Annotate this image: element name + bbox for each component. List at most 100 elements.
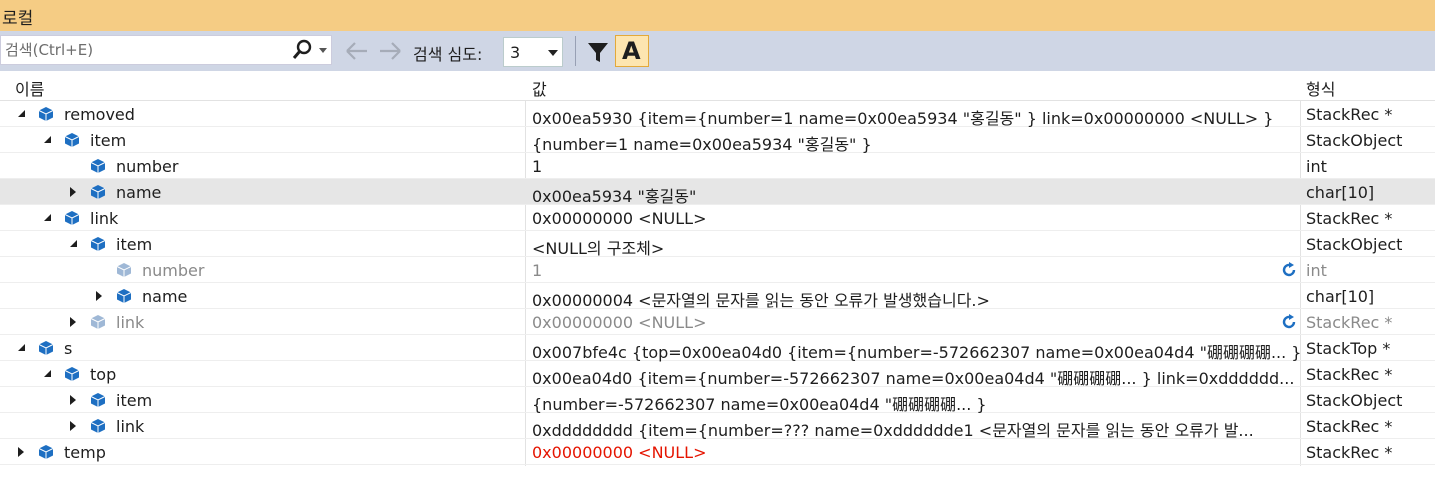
expander-icon[interactable]: [96, 291, 102, 301]
filter-icon[interactable]: [585, 39, 611, 65]
table-row[interactable]: temp 0x00000000 <NULL> StackRec *: [0, 439, 1435, 465]
variable-value[interactable]: 0x007bfe4c {top=0x00ea04d0 {item={number…: [532, 339, 1300, 363]
search-previous-arrow-icon[interactable]: [344, 39, 370, 63]
expander-icon[interactable]: [70, 421, 76, 431]
variable-object-icon: [90, 393, 106, 407]
variable-type: char[10]: [1306, 183, 1375, 202]
variable-name: removed: [64, 105, 135, 124]
expander-icon[interactable]: [18, 344, 25, 351]
variable-type: StackTop *: [1306, 339, 1391, 358]
variable-name: number: [116, 157, 179, 176]
variable-value[interactable]: 0x00ea5930 {item={number=1 name=0x00ea59…: [532, 105, 1300, 129]
expander-icon[interactable]: [70, 240, 77, 247]
variable-type: StackObject: [1306, 235, 1403, 254]
font-toggle-button[interactable]: A: [615, 35, 649, 67]
table-row[interactable]: link 0x00000000 <NULL> StackRec *: [0, 205, 1435, 231]
variable-type: StackRec *: [1306, 417, 1393, 436]
variable-value[interactable]: 0x00ea04d0 {item={number=-572662307 name…: [532, 365, 1300, 389]
window-title-bar: 로컬: [0, 0, 1435, 31]
search-box[interactable]: [0, 35, 332, 65]
variable-type: StackObject: [1306, 131, 1403, 150]
variable-name: number: [142, 261, 205, 280]
expander-icon[interactable]: [70, 395, 76, 405]
expander-icon[interactable]: [44, 214, 51, 221]
variable-name: s: [64, 339, 73, 358]
variable-value[interactable]: 1: [532, 261, 1300, 280]
variable-type: StackRec *: [1306, 313, 1393, 332]
grid-header: 이름 값 형식: [0, 71, 1435, 101]
variable-value[interactable]: <NULL의 구조체>: [532, 235, 1300, 259]
variable-name: link: [116, 417, 145, 436]
column-header-name[interactable]: 이름: [15, 76, 44, 100]
variable-name: item: [116, 235, 153, 254]
variable-value[interactable]: {number=1 name=0x00ea5934 "홍길동" }: [532, 131, 1300, 155]
variable-object-icon: [90, 419, 106, 433]
search-input[interactable]: [5, 39, 275, 61]
variable-object-icon: [90, 315, 106, 329]
variable-field-icon: [90, 185, 106, 199]
table-row[interactable]: link 0x00000000 <NULL> StackRec *: [0, 309, 1435, 335]
expander-icon[interactable]: [18, 110, 25, 117]
variable-type: int: [1306, 157, 1327, 176]
variable-type: char[10]: [1306, 287, 1375, 306]
refresh-icon[interactable]: [1280, 313, 1298, 331]
table-row[interactable]: number 1 int: [0, 153, 1435, 179]
search-depth-value: 3: [510, 43, 521, 62]
table-row[interactable]: item <NULL의 구조체> StackObject: [0, 231, 1435, 259]
window-title: 로컬: [2, 9, 34, 29]
variable-object-icon: [38, 445, 54, 459]
table-row-selected[interactable]: name 0x00ea5934 "홍길동" char[10]: [0, 179, 1435, 207]
table-row[interactable]: link 0xdddddddd {item={number=??? name=0…: [0, 413, 1435, 441]
variable-value-changed[interactable]: 0x00000000 <NULL>: [532, 443, 1300, 462]
variable-name: item: [90, 131, 127, 150]
column-header-type[interactable]: 형식: [1306, 76, 1335, 100]
expander-icon[interactable]: [70, 317, 76, 327]
locals-grid: 이름 값 형식 removed 0x00ea5930 {item={number…: [0, 71, 1435, 466]
toolbar-separator: [575, 36, 576, 66]
variable-value[interactable]: 1: [532, 157, 1300, 176]
variable-object-icon: [64, 133, 80, 147]
variable-type: StackObject: [1306, 391, 1403, 410]
table-row[interactable]: s 0x007bfe4c {top=0x00ea04d0 {item={numb…: [0, 335, 1435, 363]
variable-type: StackRec *: [1306, 443, 1393, 462]
variable-name: name: [142, 287, 188, 306]
refresh-icon[interactable]: [1280, 261, 1298, 279]
variable-object-icon: [90, 237, 106, 251]
expander-icon[interactable]: [44, 370, 51, 377]
search-next-arrow-icon[interactable]: [377, 39, 403, 63]
expander-icon[interactable]: [18, 447, 24, 457]
expander-icon[interactable]: [70, 187, 76, 197]
table-row[interactable]: number 1 int: [0, 257, 1435, 283]
variable-field-icon: [90, 159, 106, 173]
search-icon[interactable]: [291, 39, 313, 61]
variable-type: StackRec *: [1306, 105, 1393, 124]
font-toggle-label: A: [622, 37, 641, 65]
variable-type: StackRec *: [1306, 365, 1393, 384]
variable-object-icon: [38, 341, 54, 355]
table-row[interactable]: name 0x00000004 <문자열의 문자를 읽는 동안 오류가 발생했습…: [0, 283, 1435, 311]
variable-object-icon: [64, 367, 80, 381]
column-header-value[interactable]: 값: [532, 76, 547, 100]
toolbar: 검색 심도: 3 A: [0, 31, 1435, 71]
variable-value[interactable]: 0x00000004 <문자열의 문자를 읽는 동안 오류가 발생했습니다.>: [532, 287, 1300, 311]
search-depth-label: 검색 심도:: [413, 45, 483, 64]
search-options-dropdown-icon[interactable]: [319, 48, 327, 53]
variable-value[interactable]: 0x00000000 <NULL>: [532, 313, 1300, 332]
variable-value[interactable]: 0xdddddddd {item={number=??? name=0xdddd…: [532, 417, 1300, 441]
variable-value[interactable]: {number=-572662307 name=0x00ea04d4 "硼硼硼硼…: [532, 391, 1300, 415]
variable-field-icon: [116, 263, 132, 277]
table-row[interactable]: removed 0x00ea5930 {item={number=1 name=…: [0, 101, 1435, 129]
variable-name: name: [116, 183, 162, 202]
search-depth-select[interactable]: 3: [503, 37, 563, 67]
variable-value[interactable]: 0x00000000 <NULL>: [532, 209, 1300, 228]
chevron-down-icon: [548, 50, 558, 56]
variable-value[interactable]: 0x00ea5934 "홍길동": [532, 183, 1300, 207]
variable-type: StackRec *: [1306, 209, 1393, 228]
variable-name: link: [90, 209, 119, 228]
expander-icon[interactable]: [44, 136, 51, 143]
table-row[interactable]: item {number=1 name=0x00ea5934 "홍길동" } S…: [0, 127, 1435, 155]
variable-object-icon: [64, 211, 80, 225]
table-row[interactable]: item {number=-572662307 name=0x00ea04d4 …: [0, 387, 1435, 415]
variable-name: top: [90, 365, 117, 384]
table-row[interactable]: top 0x00ea04d0 {item={number=-572662307 …: [0, 361, 1435, 389]
